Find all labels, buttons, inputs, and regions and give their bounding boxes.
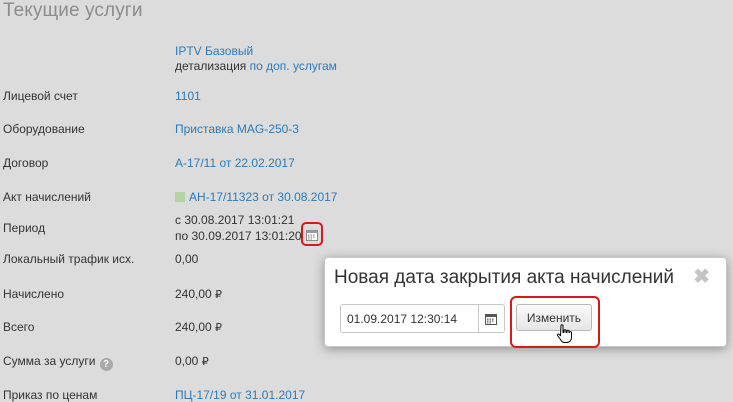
contract-label: Договор [3,156,49,170]
date-picker-group [340,304,505,333]
services-sum-value: 0,00 ₽ [175,354,209,368]
total-label: Всего [3,320,35,334]
charged-value: 240,00 ₽ [175,287,222,301]
equipment-link[interactable]: Приставка MAG-250-3 [175,122,299,136]
help-icon[interactable]: ? [99,358,113,371]
change-button[interactable]: Изменить [516,304,592,331]
close-icon[interactable]: ✖ [693,266,710,288]
service-detail: детализация по доп. услугам [175,59,337,73]
services-sum-label-wrap: Сумма за услуги? [3,354,113,371]
total-value: 240,00 ₽ [175,320,222,334]
service-name-link[interactable]: IPTV Базовый [175,44,253,58]
price-order-link[interactable]: ПЦ-17/19 от 31.01.2017 [175,388,305,402]
period-to: по 30.09.2017 13:01:20 [175,229,302,243]
calendar-icon[interactable] [306,229,318,241]
local-traffic-value: 0,00 [175,252,199,266]
act-status-indicator [175,192,185,202]
account-label: Лицевой счет [3,89,78,103]
calendar-icon [485,313,497,325]
equipment-label: Оборудование [3,122,85,136]
act-value: АН-17/11323 от 30.08.2017 [175,190,337,204]
services-sum-label: Сумма за услуги [3,354,96,368]
act-link[interactable]: АН-17/11323 от 30.08.2017 [189,190,337,204]
date-picker-button[interactable] [478,305,504,332]
ruble-icon: ₽ [215,288,223,301]
popup-title: Новая дата закрытия акта начислений [334,267,675,288]
period-from: с 30.08.2017 13:01:21 [175,213,295,227]
detail-addon-link[interactable]: по доп. услугам [250,59,337,73]
local-traffic-label: Локальный трафик исх. [3,252,135,266]
period-label: Период [3,221,46,235]
charged-label: Начислено [3,287,65,301]
account-link[interactable]: 1101 [175,89,201,103]
total-amount: 240,00 [175,320,212,334]
detail-prefix: детализация [175,59,247,73]
contract-link[interactable]: А-17/11 от 22.02.2017 [175,156,295,170]
ruble-icon: ₽ [215,321,223,334]
close-date-popup: Новая дата закрытия акта начислений ✖ Из… [324,257,727,348]
services-sum-amount: 0,00 [175,354,199,368]
ruble-icon: ₽ [201,355,209,368]
date-input[interactable] [341,305,479,332]
charged-amount: 240,00 [175,287,212,301]
price-order-label: Приказ по ценам [3,388,98,402]
act-label: Акт начислений [3,190,91,204]
page-title: Текущие услуги [3,0,143,21]
